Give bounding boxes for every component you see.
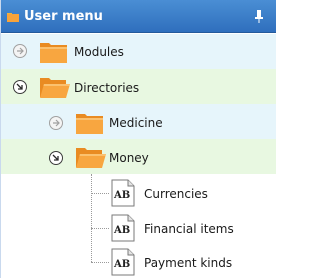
- svg-text:AB: AB: [113, 225, 130, 236]
- document-icon: AB: [111, 179, 135, 207]
- tree-item-label: Modules: [74, 45, 124, 59]
- tree-item-currencies[interactable]: AB Currencies: [109, 176, 276, 210]
- tree-item-label: Medicine: [109, 116, 163, 130]
- document-icon: AB: [111, 248, 135, 276]
- folder-icon: [40, 43, 67, 63]
- tree-item-label: Financial items: [144, 222, 234, 236]
- tree-item-directories[interactable]: Directories: [1, 69, 276, 104]
- header-title: User menu: [24, 9, 103, 24]
- tree-item-financial-items[interactable]: AB Financial items: [109, 211, 276, 245]
- expand-icon[interactable]: [49, 116, 63, 130]
- expand-icon[interactable]: [13, 44, 27, 58]
- tree-item-payment-kinds[interactable]: AB Payment kinds: [109, 245, 276, 278]
- tree-line: [91, 193, 109, 194]
- svg-text:AB: AB: [113, 190, 130, 201]
- tree-item-money[interactable]: Money: [1, 139, 276, 174]
- folder-icon: [76, 114, 103, 134]
- tree-line: [91, 228, 109, 229]
- tree-item-medicine[interactable]: Medicine: [1, 104, 276, 139]
- document-icon: AB: [111, 214, 135, 242]
- tree-item-label: Currencies: [144, 187, 208, 201]
- tree-line: [91, 174, 92, 262]
- user-menu-panel: User menu Modules Directories Medicine M…: [0, 0, 276, 278]
- tree-item-modules[interactable]: Modules: [1, 34, 276, 69]
- folder-icon: [7, 13, 19, 22]
- svg-text:AB: AB: [113, 259, 130, 270]
- tree-item-label: Money: [109, 151, 149, 165]
- tree-line: [91, 262, 109, 263]
- collapse-icon[interactable]: [49, 151, 63, 165]
- tree-item-label: Payment kinds: [144, 256, 233, 270]
- open-folder-icon: [76, 148, 106, 168]
- collapse-icon[interactable]: [13, 80, 27, 94]
- pin-icon[interactable]: [254, 9, 264, 24]
- open-folder-icon: [40, 78, 70, 98]
- user-menu-header: User menu: [1, 0, 276, 33]
- tree-item-label: Directories: [74, 81, 140, 95]
